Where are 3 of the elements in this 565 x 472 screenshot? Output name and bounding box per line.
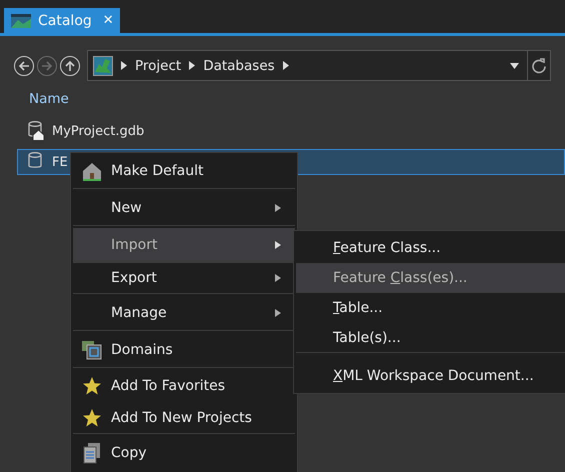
item-name: FE — [52, 154, 68, 170]
item-name: MyProject.gdb — [52, 124, 144, 138]
tab-title: Catalog — [38, 12, 92, 28]
